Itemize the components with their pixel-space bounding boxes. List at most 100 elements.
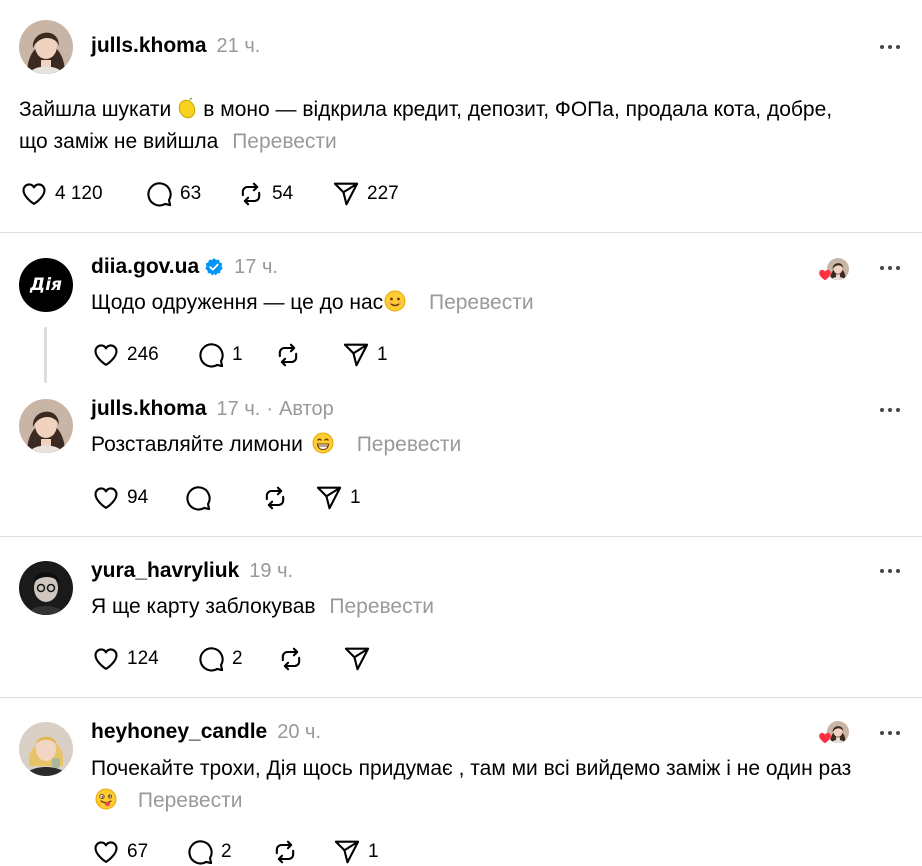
username[interactable]: julls.khoma: [91, 34, 207, 58]
post-text: Зайшла шукати в моно — відкрила кредит, д…: [19, 94, 832, 126]
avatar[interactable]: [19, 561, 73, 615]
comment-count: 63: [180, 183, 202, 204]
username[interactable]: heyhoney_candle: [91, 720, 267, 744]
comment-count: 1: [232, 344, 243, 365]
avatar-logo-text: Дія: [30, 275, 62, 295]
heart-icon: [92, 341, 120, 369]
comment-button[interactable]: 63: [145, 180, 237, 208]
reply-time[interactable]: 17 ч.: [234, 256, 278, 279]
more-icon[interactable]: [880, 408, 900, 412]
more-icon[interactable]: [880, 266, 900, 270]
comment-icon: [197, 341, 225, 369]
reply-text-content: Розставляйте лимони: [91, 433, 303, 456]
comment-button[interactable]: 2: [186, 838, 271, 866]
username[interactable]: diia.gov.ua: [91, 255, 199, 279]
repost-button[interactable]: [261, 484, 315, 512]
divider: [0, 232, 922, 233]
reply-text-content: Щодо одруження — це до нас: [91, 291, 384, 314]
comment-button[interactable]: 1: [197, 341, 274, 369]
repost-icon: [277, 645, 305, 673]
repost-count: 54: [272, 183, 294, 204]
translate-link[interactable]: Перевести: [357, 433, 462, 456]
share-count: 1: [368, 841, 379, 862]
repost-icon: [261, 484, 289, 512]
more-icon[interactable]: [880, 45, 900, 49]
repost-icon: [274, 341, 302, 369]
reply-actions: 67 2 1: [92, 838, 379, 866]
like-button[interactable]: 246: [92, 341, 197, 369]
post-text-before: Зайшла шукати: [19, 98, 172, 121]
post-text-line2: що заміж не вийшла Перевести: [19, 126, 337, 158]
divider: [0, 697, 922, 698]
translate-link[interactable]: Перевести: [329, 595, 434, 618]
repost-button[interactable]: 54: [237, 180, 332, 208]
heart-icon: [92, 645, 120, 673]
liked-by-author[interactable]: [818, 256, 849, 282]
repost-button[interactable]: [277, 645, 343, 673]
reply-time[interactable]: 19 ч.: [249, 560, 293, 583]
like-button[interactable]: 124: [92, 645, 197, 673]
smiling-face-emoji-icon: [383, 289, 407, 313]
comment-button[interactable]: 2: [197, 645, 277, 673]
reply-text: Щодо одруження — це до нас Перевести: [91, 287, 534, 319]
heart-filled-icon: [819, 269, 831, 281]
share-button[interactable]: 1: [342, 341, 388, 369]
translate-link[interactable]: Перевести: [429, 291, 534, 314]
comment-button[interactable]: [184, 484, 261, 512]
share-count: 1: [350, 487, 361, 508]
send-icon: [333, 838, 361, 866]
username[interactable]: yura_havryliuk: [91, 559, 239, 583]
divider: [0, 536, 922, 537]
repost-icon: [237, 180, 265, 208]
translate-link[interactable]: Перевести: [138, 789, 243, 812]
grinning-face-emoji-icon: [311, 431, 335, 455]
share-count: 1: [377, 344, 388, 365]
share-button[interactable]: 227: [332, 180, 399, 208]
reply-actions: 124 2: [92, 645, 378, 673]
comment-icon: [197, 645, 225, 673]
repost-button[interactable]: [271, 838, 333, 866]
heart-icon: [92, 838, 120, 866]
reply-text: Я ще карту заблокував Перевести: [91, 591, 434, 623]
separator-dot: ·: [266, 398, 273, 420]
like-count: 4 120: [55, 183, 103, 204]
heart-filled-icon: [819, 732, 831, 744]
like-button[interactable]: 67: [92, 838, 186, 866]
post-actions: 4 120 63 54 227: [20, 180, 399, 208]
share-button[interactable]: 1: [315, 484, 361, 512]
avatar[interactable]: Дія: [19, 258, 73, 312]
send-icon: [343, 645, 371, 673]
reply-time[interactable]: 17 ч.: [217, 398, 261, 421]
more-icon[interactable]: [880, 731, 900, 735]
heart-icon: [20, 180, 48, 208]
post-time[interactable]: 21 ч.: [217, 35, 261, 58]
reply-text: Розставляйте лимони Перевести: [91, 429, 461, 461]
avatar[interactable]: [19, 20, 73, 74]
reply-time[interactable]: 20 ч.: [277, 721, 321, 744]
avatar[interactable]: [19, 399, 73, 453]
goofy-face-emoji-icon: [94, 787, 118, 811]
comment-count: 2: [232, 648, 243, 669]
repost-icon: [271, 838, 299, 866]
like-button[interactable]: 94: [92, 484, 184, 512]
verified-badge-icon: [204, 257, 224, 277]
like-button[interactable]: 4 120: [20, 180, 145, 208]
reply-actions: 94 1: [92, 484, 361, 512]
share-count: 227: [367, 183, 399, 204]
send-icon: [342, 341, 370, 369]
reply-text-content: Почекайте трохи, Дія щось придумає , там…: [91, 757, 852, 780]
translate-link[interactable]: Перевести: [232, 130, 337, 153]
send-icon: [315, 484, 343, 512]
heart-icon: [92, 484, 120, 512]
liked-by-author[interactable]: [818, 719, 849, 745]
repost-button[interactable]: [274, 341, 342, 369]
more-icon[interactable]: [880, 569, 900, 573]
avatar[interactable]: [19, 722, 73, 776]
share-button[interactable]: 1: [333, 838, 379, 866]
username[interactable]: julls.khoma: [91, 397, 207, 421]
reply-text: Почекайте трохи, Дія щось придумає , там…: [91, 753, 851, 785]
send-icon: [332, 180, 360, 208]
reply-actions: 246 1 1: [92, 341, 388, 369]
share-button[interactable]: [343, 645, 378, 673]
post-text-line2-content: що заміж не вийшла: [19, 130, 219, 153]
